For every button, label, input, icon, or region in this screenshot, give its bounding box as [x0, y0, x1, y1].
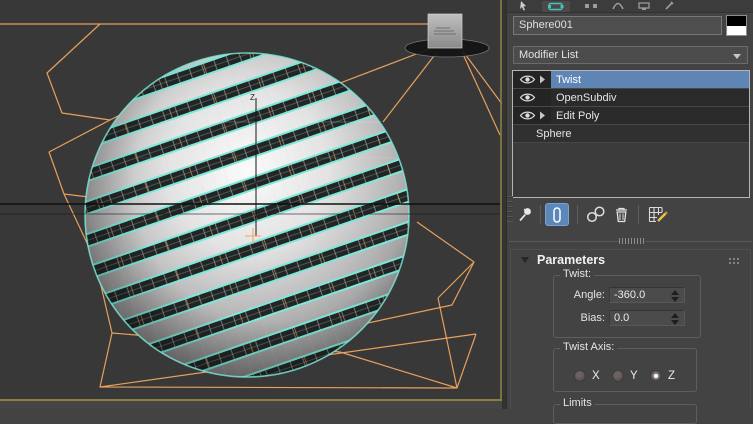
motion-icon	[612, 2, 624, 10]
axis-z-radio[interactable]: Z	[650, 370, 675, 382]
object-color-swatch[interactable]	[726, 15, 747, 36]
eye-icon[interactable]	[519, 110, 536, 121]
make-unique-icon	[586, 206, 605, 223]
create-arrow-icon	[520, 1, 526, 11]
remove-modifier-icon	[615, 207, 627, 223]
toolbar-separator	[638, 205, 639, 224]
angle-row: Angle: -360.0	[553, 287, 701, 303]
angle-label: Angle:	[573, 289, 605, 301]
rollout-drag-handle-icon[interactable]	[728, 257, 740, 265]
axis-z-label: Z	[250, 93, 255, 102]
modifier-list-label: Modifier List	[519, 49, 579, 61]
swatch-top-half	[727, 16, 746, 26]
tab-modify[interactable]	[542, 0, 570, 12]
object-name-input[interactable]: Sphere001	[513, 16, 722, 35]
modifier-label: Edit Poly	[556, 109, 600, 122]
base-object-label: Sphere	[536, 127, 572, 140]
stack-splitter[interactable]	[509, 238, 752, 244]
viewport-scene: Z	[0, 0, 506, 409]
twist-axis-group-title: Twist Axis:	[560, 341, 618, 353]
stack-row-twist[interactable]: Twist	[513, 71, 749, 89]
tab-utilities[interactable]	[664, 1, 674, 12]
twist-group: Twist:	[553, 268, 701, 338]
display-icon	[638, 2, 650, 10]
perspective-viewport[interactable]: Z	[0, 0, 506, 409]
stack-row-opensubdiv[interactable]: OpenSubdiv	[513, 89, 749, 107]
axis-y-radio[interactable]: Y	[612, 370, 638, 382]
swatch-bottom-half	[727, 25, 746, 35]
eye-icon[interactable]	[519, 74, 536, 85]
radio-circle-icon	[612, 370, 624, 382]
radio-selected-icon	[650, 370, 662, 382]
twist-group-title: Twist:	[560, 268, 595, 280]
show-end-result-icon	[553, 206, 561, 223]
radio-circle-icon	[574, 370, 586, 382]
hierarchy-icon	[585, 4, 597, 8]
modifier-stack: Twist OpenSubdiv Edit Poly Sphere	[512, 70, 750, 198]
toolbar-separator	[577, 205, 578, 224]
expand-arrow-icon[interactable]	[539, 111, 546, 120]
bias-input[interactable]: 0.0	[609, 310, 685, 326]
splitter-grip-icon	[619, 238, 645, 244]
modifier-list-dropdown[interactable]: Modifier List	[513, 46, 748, 64]
spinner-arrows-icon[interactable]	[671, 290, 679, 302]
panel-resize-grip[interactable]	[507, 196, 513, 222]
spinner-arrows-icon[interactable]	[671, 313, 679, 325]
limits-group: Limits	[553, 397, 697, 424]
tab-create[interactable]	[519, 1, 528, 12]
show-end-result-button[interactable]	[545, 203, 569, 226]
bias-row: Bias: 0.0	[553, 310, 701, 326]
rollout-open-icon	[521, 257, 529, 263]
stack-row-editpoly[interactable]: Edit Poly	[513, 107, 749, 125]
tab-hierarchy[interactable]	[584, 1, 598, 12]
configure-modifier-sets-button[interactable]	[645, 203, 671, 226]
tab-display[interactable]	[638, 1, 650, 12]
bias-label: Bias:	[580, 312, 605, 324]
parameters-rollout-header[interactable]: Parameters	[511, 251, 750, 269]
utilities-icon	[665, 1, 674, 10]
configure-modifier-sets-icon	[648, 206, 668, 223]
expand-arrow-icon[interactable]	[539, 75, 546, 84]
limits-group-title: Limits	[560, 397, 595, 409]
modifier-label: Twist	[551, 71, 749, 88]
remove-modifier-button[interactable]	[611, 203, 631, 226]
tab-motion[interactable]	[612, 1, 624, 12]
command-panel-tabs	[507, 0, 753, 13]
modify-icon	[548, 2, 564, 10]
angle-input[interactable]: -360.0	[609, 287, 685, 303]
axis-x-radio[interactable]: X	[574, 370, 600, 382]
make-unique-button[interactable]	[584, 203, 608, 226]
rollout-title: Parameters	[537, 253, 606, 267]
stack-row-sphere[interactable]: Sphere	[513, 125, 749, 143]
toolbar-separator	[540, 205, 541, 224]
modifier-label: OpenSubdiv	[556, 91, 617, 104]
eye-icon[interactable]	[519, 92, 536, 103]
chevron-down-icon	[733, 54, 741, 59]
pin-stack-button[interactable]	[513, 203, 537, 226]
command-panel: Sphere001 Modifier List Twist OpenSubdiv	[506, 0, 753, 424]
pin-stack-icon	[519, 208, 531, 222]
modifier-stack-toolbar	[507, 203, 753, 227]
